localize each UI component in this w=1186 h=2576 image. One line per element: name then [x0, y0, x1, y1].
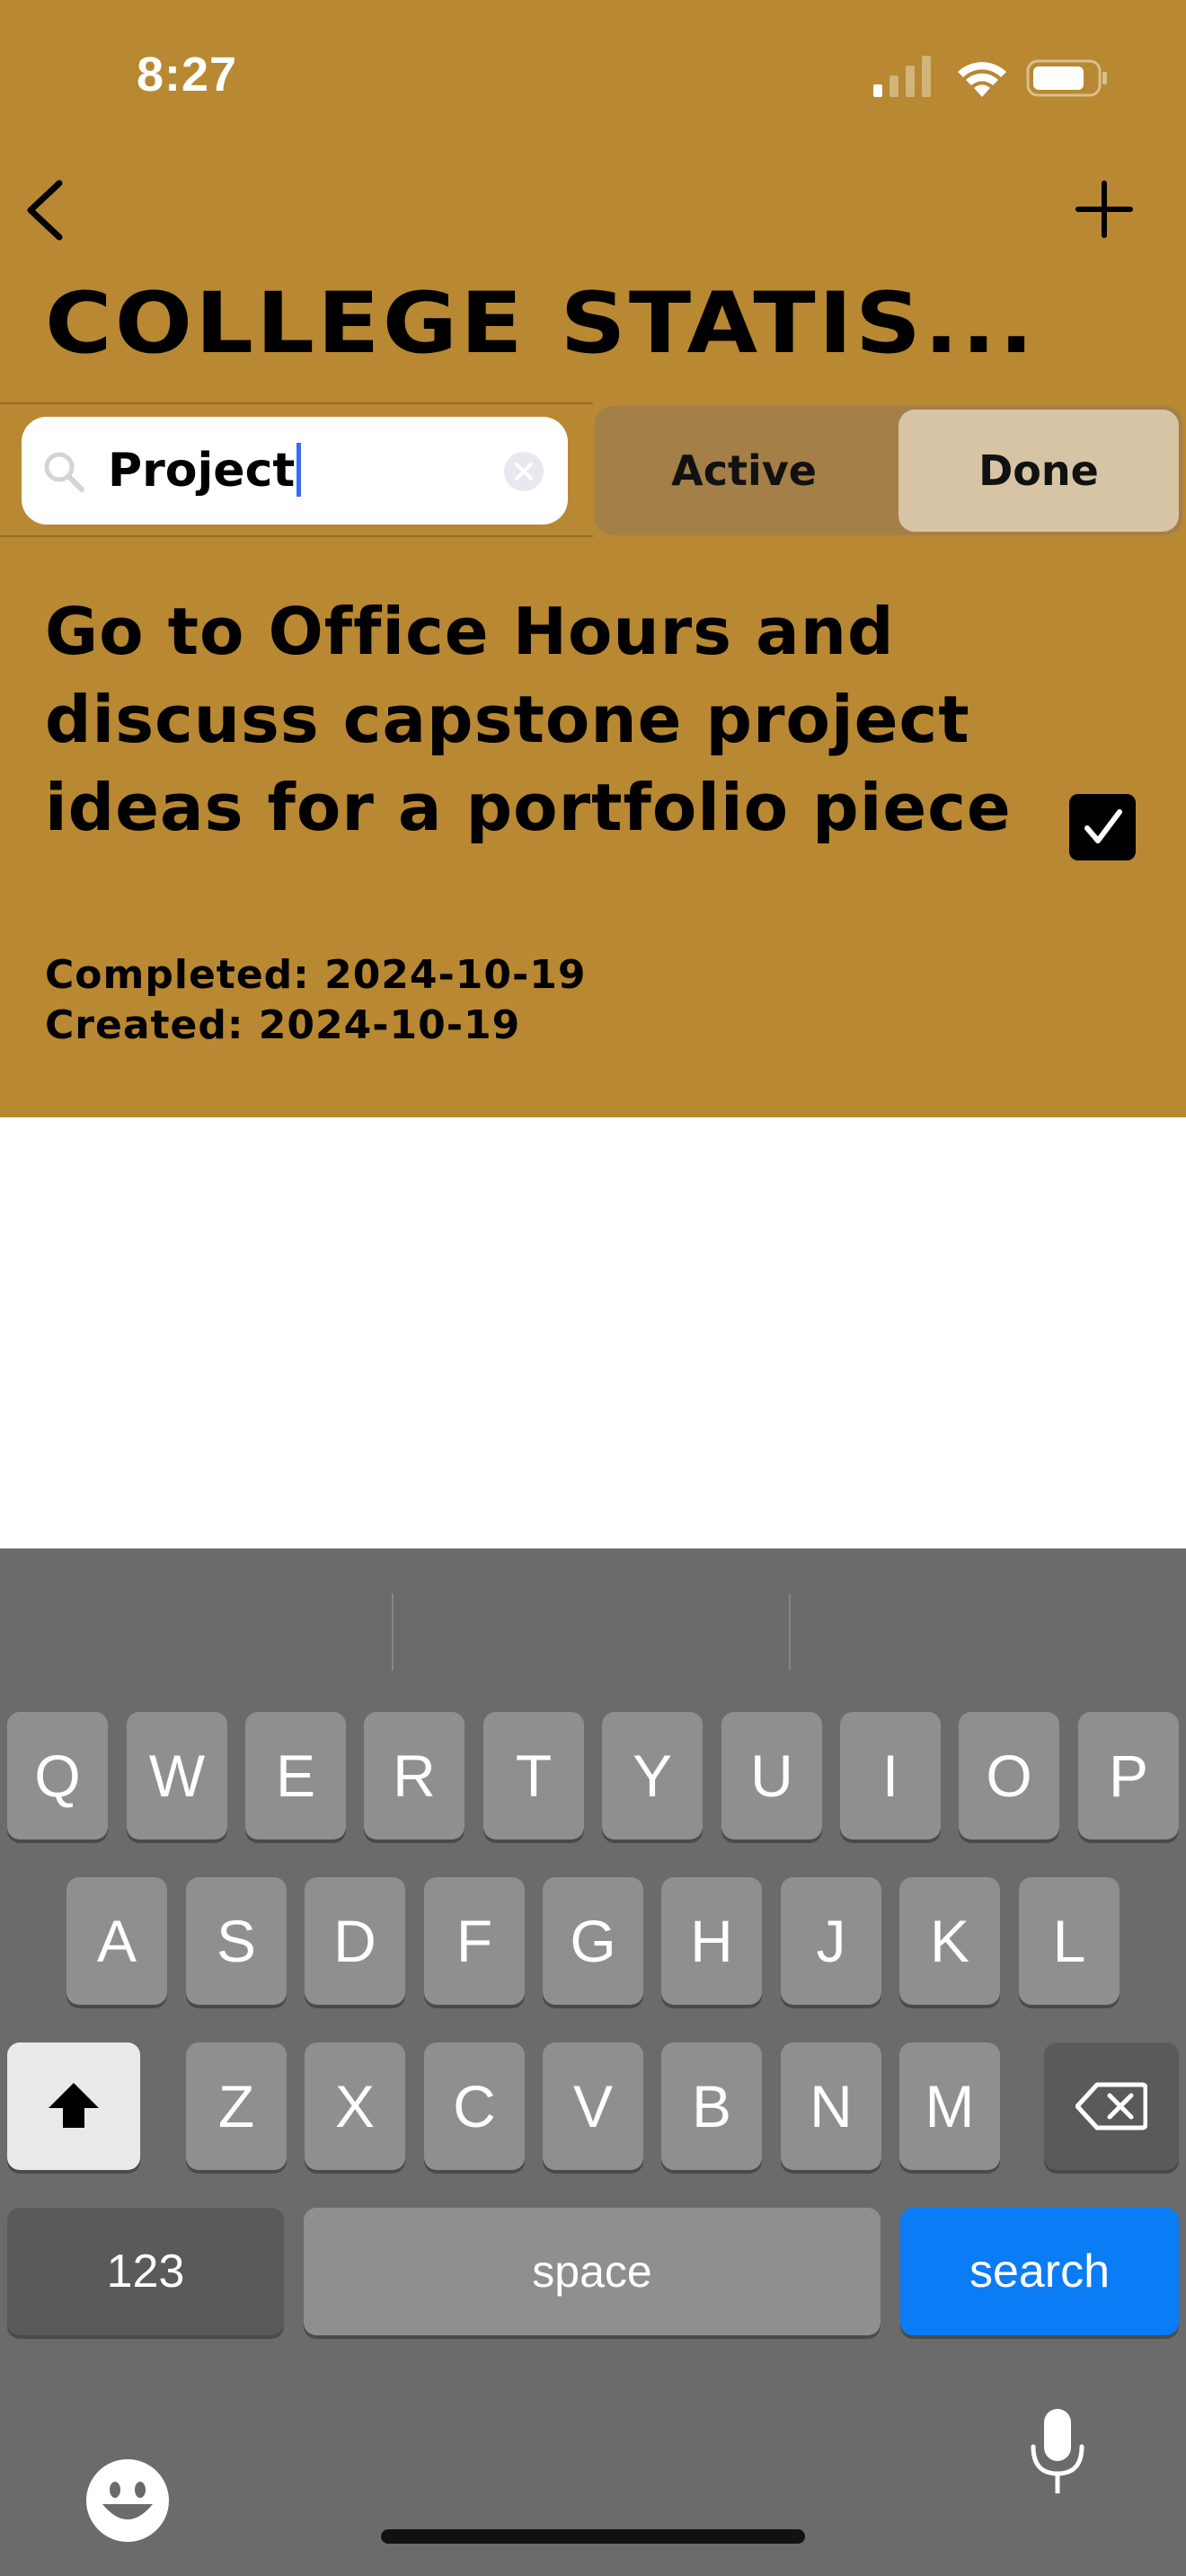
key-a[interactable]: A	[66, 1877, 167, 2005]
key-j[interactable]: J	[781, 1877, 881, 2005]
divider	[0, 535, 593, 537]
task-completed-date: Completed: 2024-10-19	[45, 952, 587, 998]
text-caret	[296, 443, 302, 497]
search-key[interactable]: search	[900, 2208, 1179, 2335]
microphone-icon[interactable]	[1028, 2407, 1087, 2497]
clear-x-icon[interactable]	[503, 451, 544, 492]
key-n[interactable]: N	[781, 2042, 881, 2170]
wifi-icon	[958, 62, 1006, 97]
key-z[interactable]: Z	[186, 2042, 287, 2170]
key-v[interactable]: V	[543, 2042, 643, 2170]
backspace-icon	[1075, 2082, 1147, 2130]
space-key[interactable]: space	[304, 2208, 881, 2335]
key-w[interactable]: W	[127, 1712, 227, 1839]
key-b[interactable]: B	[661, 2042, 762, 2170]
battery-icon	[1026, 59, 1107, 97]
emoji-icon[interactable]	[84, 2457, 171, 2544]
key-f[interactable]: F	[424, 1877, 525, 2005]
magnifier-icon	[44, 452, 84, 492]
status-time: 8:27	[137, 48, 238, 101]
suggestion-divider	[392, 1593, 394, 1671]
key-m[interactable]: M	[899, 2042, 1000, 2170]
key-y[interactable]: Y	[602, 1712, 703, 1839]
task-title[interactable]: Go to Office Hours and discuss capstone …	[45, 587, 1051, 851]
search-text-wrapper: Project	[108, 440, 302, 501]
divider	[0, 402, 593, 404]
segment-done[interactable]: Done	[898, 410, 1179, 532]
numbers-key[interactable]: 123	[7, 2208, 284, 2335]
key-c[interactable]: C	[424, 2042, 525, 2170]
segment-active[interactable]: Active	[595, 406, 893, 535]
key-s[interactable]: S	[186, 1877, 287, 2005]
app-header-area: 8:27 COLLEGE STATIS... Project Active Do…	[0, 0, 1186, 1117]
key-q[interactable]: Q	[7, 1712, 108, 1839]
key-i[interactable]: I	[840, 1712, 941, 1839]
shift-key[interactable]	[7, 2042, 140, 2170]
key-o[interactable]: O	[959, 1712, 1059, 1839]
key-k[interactable]: K	[899, 1877, 1000, 2005]
key-t[interactable]: T	[483, 1712, 584, 1839]
key-p[interactable]: P	[1078, 1712, 1179, 1839]
search-input[interactable]: Project	[22, 417, 568, 525]
cellular-signal-icon	[873, 56, 931, 97]
key-l[interactable]: L	[1019, 1877, 1120, 2005]
status-filter-segmented: Active Done	[595, 406, 1182, 535]
search-value: Project	[108, 444, 296, 498]
key-d[interactable]: D	[305, 1877, 405, 2005]
backspace-key[interactable]	[1044, 2042, 1179, 2170]
plus-icon[interactable]	[1075, 180, 1134, 239]
chevron-left-icon[interactable]	[20, 176, 74, 244]
key-r[interactable]: R	[364, 1712, 465, 1839]
key-u[interactable]: U	[721, 1712, 822, 1839]
page-title: COLLEGE STATIS...	[45, 275, 1037, 373]
shift-arrow-icon	[49, 2083, 99, 2128]
key-h[interactable]: H	[661, 1877, 762, 2005]
key-e[interactable]: E	[245, 1712, 346, 1839]
key-g[interactable]: G	[543, 1877, 643, 2005]
key-x[interactable]: X	[305, 2042, 405, 2170]
home-indicator	[381, 2529, 805, 2544]
task-created-date: Created: 2024-10-19	[45, 1002, 521, 1048]
checkbox-checked-icon[interactable]	[1069, 794, 1136, 860]
suggestion-divider	[789, 1593, 791, 1671]
keyboard: Q W E R T Y U I O P A S D F G H J K L Z …	[0, 1548, 1186, 2576]
